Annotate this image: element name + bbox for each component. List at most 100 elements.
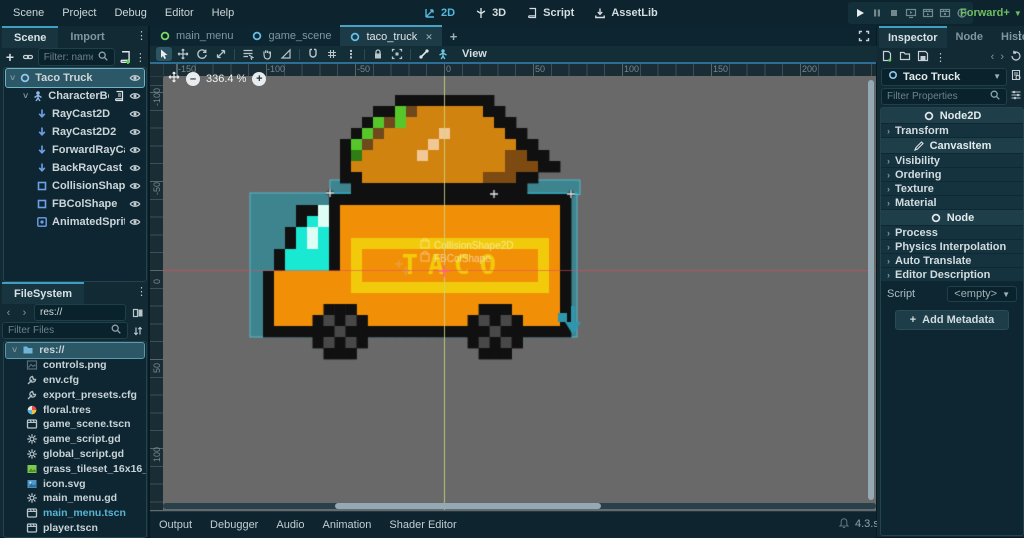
pose-tool-button[interactable] bbox=[435, 47, 451, 61]
split-icon[interactable] bbox=[132, 307, 144, 319]
tab-node[interactable]: Node bbox=[947, 27, 993, 47]
viewport-vscrollbar[interactable] bbox=[868, 80, 874, 500]
list-select-tool-button[interactable] bbox=[240, 47, 256, 61]
sliders-icon[interactable] bbox=[1010, 89, 1022, 101]
smart-snap-tool-button[interactable] bbox=[305, 47, 321, 61]
file-row[interactable]: global_script.gd bbox=[6, 447, 144, 462]
instance-scene-button[interactable] bbox=[20, 49, 36, 66]
scene-filter-input[interactable] bbox=[37, 48, 115, 66]
collapse-icon[interactable]: ˅ bbox=[12, 345, 17, 355]
lock-tool-button[interactable] bbox=[370, 47, 386, 61]
inspector-filter-input[interactable] bbox=[881, 88, 1007, 105]
scene-tree-row[interactable]: FBColShape bbox=[6, 195, 144, 213]
tab-inspector[interactable]: Inspector bbox=[879, 26, 947, 48]
history-back-icon[interactable]: ‹ bbox=[991, 51, 995, 63]
menu-help[interactable]: Help bbox=[203, 0, 244, 26]
add-node-button[interactable]: + bbox=[2, 49, 18, 66]
folder2-icon[interactable] bbox=[899, 50, 911, 62]
property-tools-icon[interactable] bbox=[1010, 89, 1022, 104]
group-tool-button[interactable] bbox=[389, 47, 405, 61]
inspector-group-process[interactable]: › Process bbox=[881, 226, 1023, 240]
snap-options-tool-button[interactable]: ⋮ bbox=[343, 47, 359, 61]
play-button[interactable] bbox=[852, 6, 867, 21]
file-row[interactable]: env.cfg bbox=[6, 373, 144, 388]
bottom-panel-animation[interactable]: Animation bbox=[314, 513, 381, 538]
inspector-group-editor-description[interactable]: › Editor Description bbox=[881, 268, 1023, 282]
scene-tree-row[interactable]: RayCast2D2 bbox=[6, 123, 144, 141]
history-forward-icon[interactable]: › bbox=[1000, 51, 1004, 63]
pause-button[interactable] bbox=[869, 6, 884, 21]
file-row[interactable]: icon.svg bbox=[6, 476, 144, 491]
file-row[interactable]: game_scene.tscn bbox=[6, 417, 144, 432]
panview-icon[interactable] bbox=[168, 71, 180, 83]
nodering-icon[interactable] bbox=[887, 69, 899, 81]
menu-editor[interactable]: Editor bbox=[156, 0, 203, 26]
zoom-out-button[interactable]: – bbox=[186, 71, 200, 86]
viewport-hscrollbar[interactable] bbox=[163, 503, 876, 509]
scene-tree-row[interactable]: RayCast2D bbox=[6, 105, 144, 123]
eye-icon[interactable] bbox=[129, 144, 141, 156]
tab-filesystem[interactable]: FileSystem bbox=[2, 282, 85, 304]
scene-tree-menu-icon[interactable]: ⋮ bbox=[135, 49, 146, 66]
tab-scene[interactable]: Scene bbox=[2, 26, 59, 48]
eye-icon[interactable] bbox=[129, 72, 141, 84]
workspace-3d[interactable]: 3D bbox=[465, 0, 516, 26]
ruler-tool-button[interactable] bbox=[278, 47, 294, 61]
inspector-group-ordering[interactable]: › Ordering bbox=[881, 168, 1023, 182]
eye-icon[interactable] bbox=[129, 108, 141, 120]
scene-tab-main_menu[interactable]: main_menu bbox=[150, 26, 242, 46]
bottom-panel-output[interactable]: Output bbox=[150, 513, 201, 538]
expand-icon[interactable] bbox=[858, 30, 870, 42]
eye-icon[interactable] bbox=[129, 216, 141, 228]
inspector-group-physics-interpolation[interactable]: › Physics Interpolation bbox=[881, 240, 1023, 254]
scene-dock-menu-icon[interactable]: ⋮ bbox=[136, 29, 147, 42]
attach-script-button[interactable] bbox=[117, 49, 133, 66]
inspector-group-material[interactable]: › Material bbox=[881, 196, 1023, 210]
script-icon[interactable] bbox=[113, 90, 125, 102]
resource-menu-icon[interactable]: ⋮ bbox=[935, 51, 946, 64]
scene-tree-row[interactable]: AnimatedSprite2D bbox=[6, 213, 144, 231]
fs-forward-button[interactable]: › bbox=[18, 307, 31, 319]
script-value-dropdown[interactable]: <empty> ▼ bbox=[947, 286, 1017, 302]
select-tool-button[interactable] bbox=[156, 47, 172, 61]
inspector-dock-menu-icon[interactable]: ⋮ bbox=[1014, 29, 1024, 42]
eye-icon[interactable] bbox=[129, 198, 141, 210]
file-row[interactable]: controls.png bbox=[6, 358, 144, 373]
collapse-icon[interactable]: ˅ bbox=[23, 91, 28, 101]
history-icon[interactable] bbox=[1010, 50, 1022, 65]
eye-icon[interactable] bbox=[129, 180, 141, 192]
workspace-2d[interactable]: 2D bbox=[414, 0, 465, 26]
renderer-select[interactable]: Forward+ ▼ bbox=[960, 0, 1022, 26]
stop-button[interactable] bbox=[886, 6, 901, 21]
scene-tree-row[interactable]: ˅ Taco Truck bbox=[5, 68, 145, 88]
bottom-panel-audio[interactable]: Audio bbox=[267, 513, 313, 538]
pan-tool-button[interactable] bbox=[259, 47, 275, 61]
search-icon[interactable] bbox=[989, 89, 1001, 101]
scene-tab-game_scene[interactable]: game_scene bbox=[242, 26, 340, 46]
file-row[interactable]: main_menu.gd bbox=[6, 491, 144, 506]
file-row[interactable]: game_script.gd bbox=[6, 432, 144, 447]
workspace-script[interactable]: Script bbox=[516, 0, 584, 26]
distraction-free-icon[interactable] bbox=[858, 30, 870, 45]
inspector-group-auto-translate[interactable]: › Auto Translate bbox=[881, 254, 1023, 268]
zoom-in-button[interactable]: + bbox=[252, 71, 267, 86]
menu-debug[interactable]: Debug bbox=[105, 0, 155, 26]
move-tool-button[interactable] bbox=[175, 47, 191, 61]
fs-back-button[interactable]: ‹ bbox=[2, 307, 15, 319]
file-row[interactable]: player.tscn bbox=[6, 521, 144, 536]
bone-tool-button[interactable] bbox=[416, 47, 432, 61]
scene-tree-row[interactable]: ForwardRayCast bbox=[6, 141, 144, 159]
file-row[interactable]: grass_tileset_16x16_previe... bbox=[6, 461, 146, 476]
fs-path-input[interactable] bbox=[34, 304, 126, 321]
save-icon[interactable] bbox=[917, 50, 929, 62]
inspector-group-transform[interactable]: › Transform bbox=[881, 124, 1023, 138]
close-icon[interactable]: ✕ bbox=[425, 32, 433, 43]
history-icon[interactable] bbox=[1010, 50, 1022, 62]
new-scene-tab-button[interactable]: + bbox=[442, 29, 466, 44]
new-resource-icon[interactable] bbox=[881, 50, 893, 65]
pagep-icon[interactable] bbox=[881, 50, 893, 62]
file-row[interactable]: export_presets.cfg bbox=[6, 387, 144, 402]
save-resource-icon[interactable] bbox=[917, 50, 929, 65]
viewport-canvas[interactable] bbox=[163, 76, 876, 510]
file-row[interactable]: main_menu.tscn bbox=[6, 506, 144, 521]
